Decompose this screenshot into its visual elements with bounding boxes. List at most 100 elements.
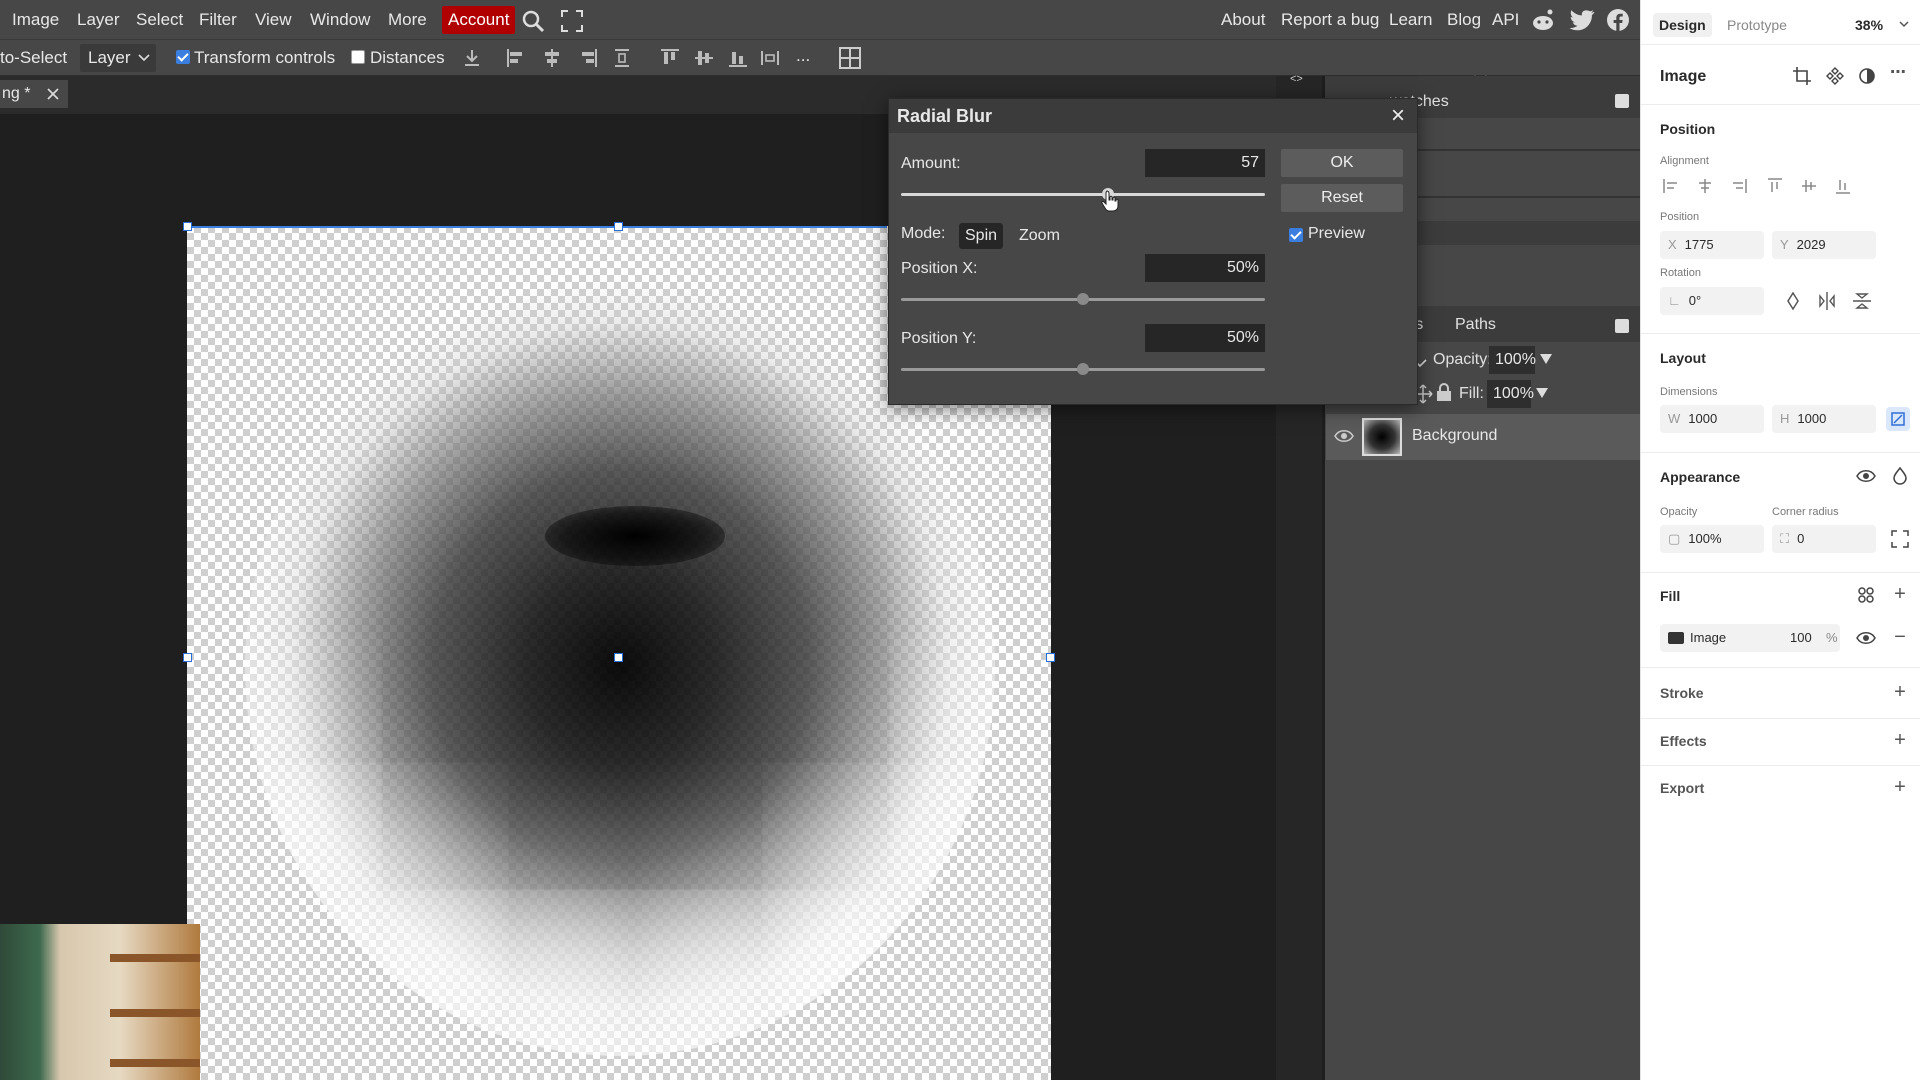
rotate-icon[interactable] [1782,290,1804,312]
caret-down-icon[interactable] [1539,353,1553,365]
dialog-close-icon[interactable]: × [1391,102,1405,130]
menu-window[interactable]: Window [310,10,370,30]
tab-design[interactable]: Design [1653,13,1712,37]
align-middle-icon[interactable] [1799,176,1819,196]
document-tab[interactable]: ng * [0,80,68,108]
close-icon[interactable] [47,88,59,100]
transform-handle-right[interactable] [1046,653,1055,662]
blend-mode-icon[interactable] [1889,465,1911,487]
menu-layer[interactable]: Layer [77,10,120,30]
grid-icon[interactable] [838,46,862,70]
menu-image[interactable]: Image [12,10,59,30]
remove-fill-icon[interactable]: − [1889,626,1911,648]
align-center-h-icon[interactable] [542,48,562,68]
report-bug-link[interactable]: Report a bug [1281,10,1379,30]
fill-visibility-icon[interactable] [1855,627,1877,649]
styles-icon[interactable] [1855,584,1877,606]
tab-prototype[interactable]: Prototype [1727,17,1787,33]
mode-zoom-button[interactable]: Zoom [1013,223,1066,249]
flip-horizontal-icon[interactable] [1816,290,1838,312]
fill-row[interactable]: Image 100 % [1660,624,1840,652]
menu-more[interactable]: More [388,10,427,30]
twitter-icon[interactable] [1569,9,1595,31]
ok-button[interactable]: OK [1281,149,1403,177]
constrain-proportions-button[interactable] [1886,407,1910,431]
align-top-icon[interactable] [660,48,680,68]
paths-tab[interactable]: Paths [1455,316,1496,334]
align-middle-icon[interactable] [694,48,714,68]
transform-controls-checkbox[interactable] [176,50,190,64]
corner-radius-field[interactable]: ⛶ 0 [1772,525,1876,553]
zoom-level[interactable]: 38% [1855,17,1883,33]
auto-select-label[interactable]: to-Select [0,48,67,68]
align-left-icon[interactable] [1661,176,1681,196]
fullscreen-icon[interactable] [561,10,583,32]
distribute-v-icon[interactable] [612,48,632,68]
mask-icon[interactable] [1856,65,1878,87]
y-position-field[interactable]: Y 2029 [1772,231,1876,259]
blog-link[interactable]: Blog [1447,10,1481,30]
panel-menu-icon[interactable] [1615,94,1629,108]
align-bottom-icon[interactable] [728,48,748,68]
add-stroke-icon[interactable]: + [1889,681,1911,703]
download-icon[interactable] [462,48,482,68]
more-tools[interactable]: ... [796,46,810,66]
menu-view[interactable]: View [255,10,292,30]
opacity-field[interactable]: ▢ 100% [1660,525,1764,553]
crop-icon[interactable] [1791,65,1813,87]
mode-spin-button[interactable]: Spin [959,223,1004,249]
align-right-icon[interactable] [578,48,598,68]
x-position-field[interactable]: X 1775 [1660,231,1764,259]
layer-select[interactable]: Layer [80,44,156,72]
flip-vertical-icon[interactable] [1851,290,1873,312]
search-icon[interactable] [521,9,545,33]
align-right-icon[interactable] [1729,176,1749,196]
layer-row-background[interactable]: Background [1326,414,1640,460]
component-icon[interactable] [1824,65,1846,87]
lock-icon[interactable] [1435,382,1453,402]
amount-slider-track[interactable] [901,193,1265,196]
transform-handle-left[interactable] [183,653,192,662]
align-center-icon[interactable] [1695,176,1715,196]
position-y-field[interactable]: 50% [1145,324,1265,352]
transform-handle-top[interactable] [614,222,623,231]
independent-corners-icon[interactable] [1889,528,1911,550]
align-top-icon[interactable] [1765,176,1785,196]
visibility-icon[interactable] [1855,465,1877,487]
distribute-h-icon[interactable] [760,48,780,68]
align-bottom-icon[interactable] [1833,176,1853,196]
add-effect-icon[interactable]: + [1889,729,1911,751]
height-field[interactable]: H 1000 [1772,405,1876,433]
learn-link[interactable]: Learn [1389,10,1432,30]
reset-button[interactable]: Reset [1281,184,1403,212]
layer-opacity-field[interactable]: 100% [1489,346,1536,374]
align-left-icon[interactable] [506,48,526,68]
add-fill-icon[interactable]: + [1889,583,1911,605]
transform-handle-tl[interactable] [183,222,192,231]
reddit-icon[interactable] [1530,8,1556,32]
menu-select[interactable]: Select [136,10,183,30]
position-x-field[interactable]: 50% [1145,254,1265,282]
amount-field[interactable]: 57 [1145,149,1265,177]
collapse-left-toggle[interactable]: <> [1290,73,1303,85]
panel-menu-icon[interactable] [1615,319,1629,333]
width-field[interactable]: W 1000 [1660,405,1764,433]
layer-fill-field[interactable]: 100% [1487,380,1534,408]
position-x-slider-handle[interactable] [1077,293,1089,305]
preview-checkbox[interactable] [1289,228,1303,242]
about-link[interactable]: About [1221,10,1265,30]
position-y-slider-handle[interactable] [1077,363,1089,375]
caret-down-icon[interactable] [1535,387,1549,399]
facebook-icon[interactable] [1606,8,1630,32]
distances-checkbox[interactable] [351,50,365,64]
add-export-icon[interactable]: + [1889,776,1911,798]
chevron-down-icon[interactable] [1899,21,1909,29]
dialog-title-bar[interactable]: Radial Blur × [889,99,1417,133]
eye-icon[interactable] [1334,429,1354,443]
more-options-icon[interactable]: ⋯ [1887,62,1909,84]
api-link[interactable]: API [1492,10,1519,30]
account-button[interactable]: Account [442,6,516,34]
transform-handle-center[interactable] [614,653,623,662]
rotation-field[interactable]: ∟ 0° [1660,287,1764,315]
menu-filter[interactable]: Filter [199,10,237,30]
